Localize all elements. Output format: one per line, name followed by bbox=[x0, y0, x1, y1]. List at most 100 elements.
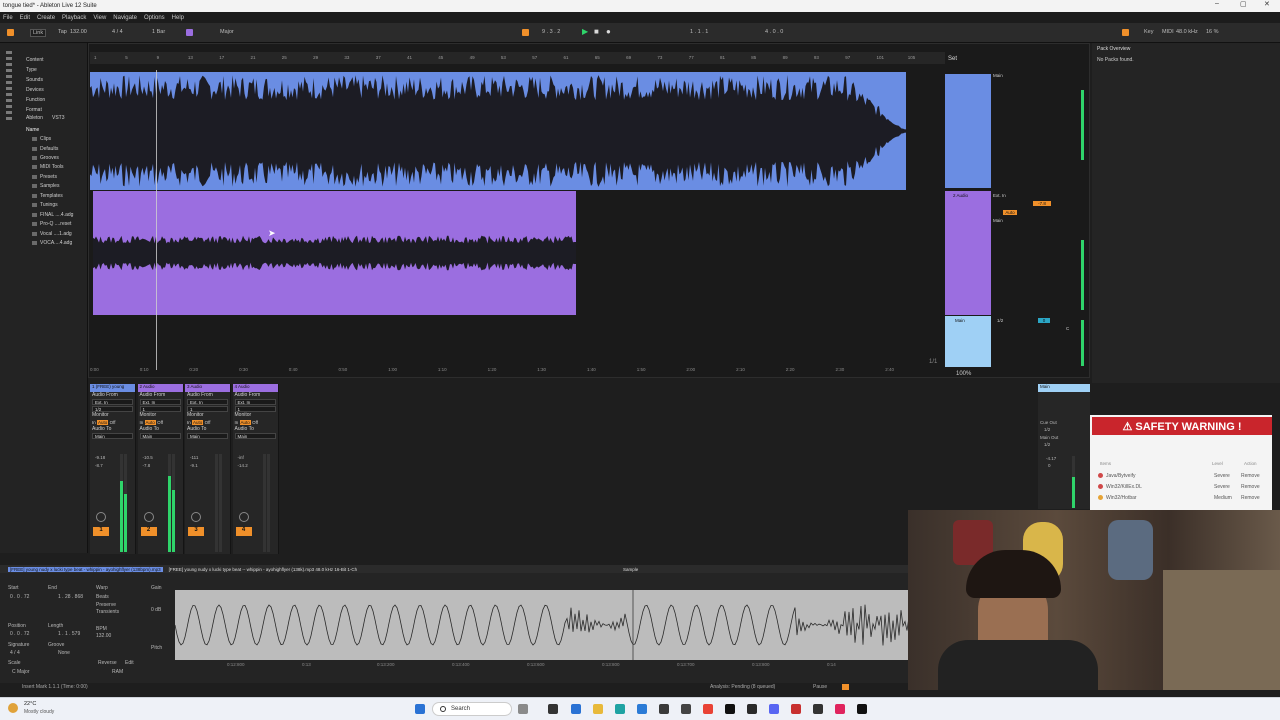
collection-icon[interactable] bbox=[6, 105, 12, 108]
volume-readout[interactable]: -inf bbox=[238, 455, 244, 460]
track-2-output[interactable]: Main bbox=[993, 218, 1029, 223]
track-1-routing[interactable]: Main bbox=[993, 73, 1029, 78]
collection-icon[interactable] bbox=[6, 75, 12, 78]
monitor-in-button[interactable]: In bbox=[187, 420, 191, 425]
output-select[interactable]: Main bbox=[92, 433, 133, 439]
discord-icon[interactable] bbox=[769, 704, 779, 714]
ram-button[interactable]: RAM bbox=[112, 669, 123, 675]
clip-groove-menu[interactable]: None bbox=[58, 650, 70, 656]
volume-readout[interactable]: -10.5 bbox=[143, 455, 153, 460]
browser-item[interactable]: Samples bbox=[32, 183, 59, 189]
cue-out-select[interactable]: 1/2 bbox=[1044, 427, 1050, 432]
clip-signature-field[interactable]: 4 / 4 bbox=[10, 650, 20, 656]
output-select[interactable]: Main bbox=[139, 433, 181, 439]
close-icon[interactable]: ✕ bbox=[1264, 0, 1270, 8]
warp-mode-menu[interactable]: Beats bbox=[96, 594, 109, 600]
main-volume-readout[interactable]: -4.17 bbox=[1046, 456, 1056, 461]
main-routing[interactable]: 1/2 bbox=[997, 318, 1033, 323]
track-title[interactable]: 4 Audio bbox=[232, 384, 278, 392]
main-out-select[interactable]: 1/2 bbox=[1044, 442, 1050, 447]
link-button[interactable]: Link bbox=[30, 29, 47, 37]
volume-readout[interactable]: -9.18 bbox=[95, 455, 105, 460]
remove-button[interactable]: Remove bbox=[1241, 484, 1260, 490]
clip-gain-readout[interactable]: 0 dB bbox=[151, 607, 161, 613]
audio-clip-track-2[interactable] bbox=[93, 191, 576, 315]
app-icon[interactable] bbox=[747, 704, 757, 714]
monitor-auto-button[interactable]: Auto bbox=[97, 420, 109, 425]
browser-item[interactable]: Presets bbox=[32, 174, 57, 180]
clip-position-field[interactable]: 0 . 0 . 72 bbox=[10, 631, 29, 637]
output-select[interactable]: Main bbox=[234, 433, 276, 439]
browser-item[interactable]: Grooves bbox=[32, 155, 59, 161]
status-orange-icon[interactable] bbox=[842, 684, 849, 690]
browser-item[interactable]: Tunings bbox=[32, 202, 58, 208]
remove-button[interactable]: Remove bbox=[1241, 495, 1260, 501]
clip-scale-field[interactable]: C Major bbox=[12, 669, 30, 675]
track-activator-button[interactable]: 4 bbox=[235, 527, 252, 536]
monitor-in-button[interactable]: In bbox=[235, 420, 239, 425]
browser-filter-devices[interactable]: Devices bbox=[26, 87, 44, 93]
loop-length-field[interactable]: 4 . 0 . 0 bbox=[765, 29, 783, 35]
stop-icon[interactable]: ■ bbox=[594, 27, 599, 36]
volume-readout[interactable]: -111 bbox=[190, 455, 198, 460]
collection-icon[interactable] bbox=[6, 87, 12, 90]
app-icon[interactable] bbox=[813, 704, 823, 714]
windows-start-icon[interactable] bbox=[415, 704, 425, 714]
track-header-1[interactable] bbox=[945, 74, 991, 188]
pause-button[interactable]: Pause bbox=[813, 684, 827, 690]
monitor-in-button[interactable]: In bbox=[92, 420, 96, 425]
browser-filter-vst3[interactable]: VST3 bbox=[52, 115, 65, 121]
clip-length-field[interactable]: 1 . 1 . 579 bbox=[58, 631, 80, 637]
app-icon[interactable] bbox=[681, 704, 691, 714]
browser-filter-type[interactable]: Type bbox=[26, 67, 37, 73]
track-title[interactable]: 1 (FREE) young bbox=[90, 384, 135, 392]
reverse-button[interactable]: Reverse bbox=[98, 660, 117, 666]
app-icon[interactable] bbox=[637, 704, 647, 714]
browser-filter-content[interactable]: Content bbox=[26, 57, 44, 63]
input-type-select[interactable]: Ext. In bbox=[187, 399, 228, 405]
scale-toggle-icon[interactable] bbox=[186, 29, 193, 36]
browser-item[interactable]: Clips bbox=[32, 136, 51, 142]
key-scale-menu[interactable]: Major bbox=[220, 29, 234, 35]
midi-map-button[interactable]: MIDI bbox=[1162, 29, 1174, 35]
collection-icon[interactable] bbox=[6, 99, 12, 102]
app-icon[interactable] bbox=[791, 704, 801, 714]
pan-knob[interactable] bbox=[143, 512, 154, 522]
playhead[interactable] bbox=[156, 70, 157, 370]
menu-create[interactable]: Create bbox=[37, 15, 55, 21]
collection-icon[interactable] bbox=[6, 63, 12, 66]
input-type-select[interactable]: Ext. In bbox=[92, 399, 133, 405]
collection-icon[interactable] bbox=[6, 69, 12, 72]
app-icon[interactable] bbox=[835, 704, 845, 714]
app-icon[interactable] bbox=[571, 704, 581, 714]
track-title[interactable]: 3 Audio bbox=[185, 384, 230, 392]
time-ruler[interactable]: 0:00 0:10 0:20 0:30 0:40 0:50 1:00 1:10 1:20 1:30… bbox=[90, 367, 945, 377]
pan-knob[interactable] bbox=[191, 512, 201, 522]
output-select[interactable]: Main bbox=[187, 433, 228, 439]
clip-bpm-field[interactable]: 132.00 bbox=[96, 633, 111, 639]
sample-waveform-display[interactable] bbox=[175, 590, 910, 660]
pan-knob[interactable] bbox=[238, 512, 249, 522]
play-icon[interactable]: ▶ bbox=[582, 27, 588, 36]
browser-item[interactable]: MIDI Tools bbox=[32, 164, 64, 170]
collection-icon[interactable] bbox=[6, 57, 12, 60]
track-header-2[interactable]: 2 Audio bbox=[945, 191, 991, 315]
track-activator-button[interactable]: 3 bbox=[188, 527, 204, 536]
monitor-off-button[interactable]: Off bbox=[157, 420, 163, 425]
clip-title[interactable]: [FREE] young nudy x lucki type beat - wh… bbox=[8, 566, 163, 572]
song-position-field[interactable]: 9 . 3 . 2 bbox=[542, 29, 560, 35]
collection-icon[interactable] bbox=[6, 111, 12, 114]
remove-button[interactable]: Remove bbox=[1241, 473, 1260, 479]
minimize-icon[interactable]: – bbox=[1215, 0, 1219, 7]
monitor-off-button[interactable]: Off bbox=[205, 420, 211, 425]
input-type-select[interactable]: Ext. In bbox=[234, 399, 276, 405]
menu-view[interactable]: View bbox=[93, 15, 106, 21]
browser-item[interactable]: FINAL ....4.adg bbox=[32, 212, 73, 218]
record-icon[interactable]: ● bbox=[606, 27, 611, 36]
browser-filter-function[interactable]: Function bbox=[26, 97, 45, 103]
collection-icon[interactable] bbox=[6, 93, 12, 96]
browser-filter-sounds[interactable]: Sounds bbox=[26, 77, 43, 83]
monitor-off-button[interactable]: Off bbox=[252, 420, 258, 425]
edit-button[interactable]: Edit bbox=[125, 660, 134, 666]
clip-end-field[interactable]: 1 . 28 . 868 bbox=[58, 594, 83, 600]
